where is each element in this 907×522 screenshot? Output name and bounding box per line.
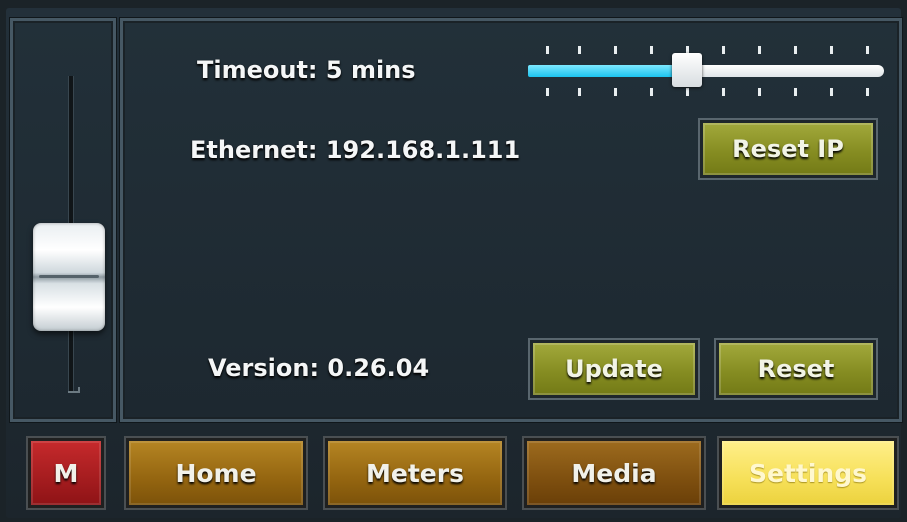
slider-tick-top — [866, 46, 869, 54]
slider-tick-bottom — [614, 88, 617, 96]
fader-panel — [10, 18, 116, 422]
fader-knob-line — [39, 275, 99, 278]
slider-tick-bottom — [546, 88, 549, 96]
timeout-slider-track — [686, 65, 884, 77]
slider-tick-top — [546, 46, 549, 54]
slider-tick-top — [614, 46, 617, 54]
tab-home[interactable]: Home — [126, 438, 306, 508]
slider-tick-bottom — [794, 88, 797, 96]
reset-button[interactable]: Reset — [716, 340, 876, 398]
tab-mute[interactable]: M — [28, 438, 104, 508]
slider-tick-bottom — [686, 88, 689, 96]
slider-tick-top — [578, 46, 581, 54]
update-button[interactable]: Update — [530, 340, 698, 398]
slider-tick-top — [650, 46, 653, 54]
ethernet-label: Ethernet: 192.168.1.111 — [190, 136, 521, 164]
timeout-slider-thumb[interactable] — [672, 53, 702, 87]
slider-tick-top — [722, 46, 725, 54]
fader-knob[interactable] — [33, 223, 105, 331]
slider-tick-bottom — [866, 88, 869, 96]
slider-tick-bottom — [830, 88, 833, 96]
slider-tick-bottom — [722, 88, 725, 96]
slider-tick-top — [794, 46, 797, 54]
slider-tick-top — [758, 46, 761, 54]
version-label: Version: 0.26.04 — [208, 354, 430, 382]
tab-media[interactable]: Media — [524, 438, 704, 508]
timeout-label: Timeout: 5 mins — [197, 56, 416, 84]
slider-tick-top — [830, 46, 833, 54]
slider-tick-bottom — [758, 88, 761, 96]
fader-track-end — [68, 387, 80, 393]
timeout-slider-fill — [528, 65, 686, 77]
slider-tick-bottom — [578, 88, 581, 96]
slider-tick-bottom — [650, 88, 653, 96]
tab-meters[interactable]: Meters — [325, 438, 505, 508]
reset-ip-button[interactable]: Reset IP — [700, 120, 876, 178]
tab-settings[interactable]: Settings — [719, 438, 897, 508]
timeout-slider[interactable] — [526, 40, 886, 100]
